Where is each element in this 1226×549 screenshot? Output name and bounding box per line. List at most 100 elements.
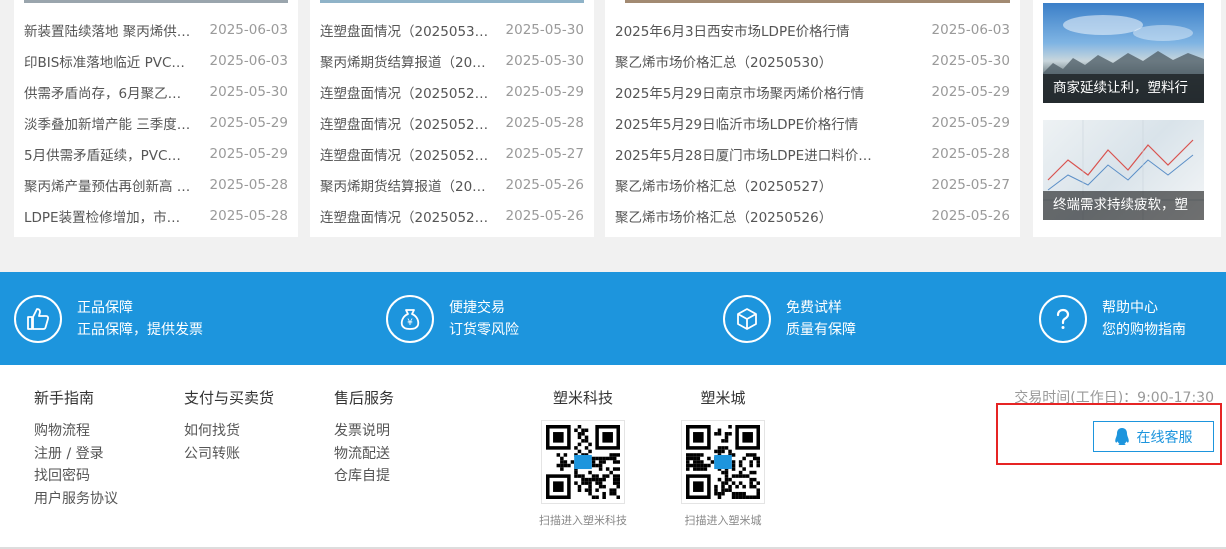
qr-block-sumi-city: 塑米城 扫描进入塑米城 — [668, 387, 778, 528]
news-title[interactable]: 供需矛盾尚存，6月聚乙… — [24, 82, 196, 102]
news-title[interactable]: 连塑盘面情况（2025053… — [320, 20, 492, 40]
news-title[interactable]: 2025年5月29日南京市场聚丙烯价格行情 — [615, 82, 918, 102]
news-title[interactable]: 印BIS标准落地临近 PVC… — [24, 51, 196, 71]
online-service-button[interactable]: 在线客服 — [1093, 421, 1214, 452]
footer-column-after-sales: 售后服务 发票说明 物流配送 仓库自提 — [334, 387, 394, 488]
news-item[interactable]: 聚乙烯市场价格汇总（20250527） 2025-05-27 — [605, 169, 1020, 200]
news-column-3: 2025年6月3日西安市场LDPE价格行情 2025-06-03 聚乙烯市场价格汇总… — [605, 0, 1020, 237]
footer-heading: 支付与买卖货 — [184, 389, 275, 407]
news-item[interactable]: 聚乙烯市场价格汇总（20250530） 2025-05-30 — [605, 45, 1020, 76]
qq-penguin-icon — [1114, 428, 1129, 445]
footer-heading: 新手指南 — [34, 389, 95, 407]
thumbs-up-icon — [14, 294, 62, 343]
footer-link-recover-password[interactable]: 找回密码 — [34, 465, 118, 488]
footer-link-user-agreement[interactable]: 用户服务协议 — [34, 488, 118, 511]
news-item[interactable]: 连塑盘面情况（2025052… 2025-05-26 — [310, 200, 594, 231]
news-date: 2025-05-26 — [931, 207, 1010, 224]
news-item[interactable]: 聚丙烯产量预估再创新高 … 2025-05-28 — [14, 169, 298, 200]
footer-link-logistics[interactable]: 物流配送 — [334, 443, 394, 466]
news-title[interactable]: LDPE装置检修增加，市… — [24, 206, 196, 226]
qr-heading: 塑米科技 — [552, 389, 613, 407]
news-item[interactable]: 聚丙烯期货结算报道（20… 2025-05-26 — [310, 169, 594, 200]
news-title[interactable]: 聚乙烯市场价格汇总（20250530） — [615, 51, 918, 71]
news-item[interactable]: 2025年5月28日厦门市场LDPE进口料价… 2025-05-28 — [605, 138, 1020, 169]
news-thumbnail-1[interactable]: 商家延续让利，塑料行 — [1043, 3, 1204, 103]
qr-heading: 塑米城 — [700, 389, 746, 407]
news-list: 新装置陆续落地 聚丙烯供… 2025-06-03 印BIS标准落地临近 PVC… 20… — [14, 14, 298, 231]
news-item[interactable]: 印BIS标准落地临近 PVC… 2025-06-03 — [14, 45, 298, 76]
news-item[interactable]: 连塑盘面情况（2025052… 2025-05-27 — [310, 138, 594, 169]
yuan-bag-icon: ¥ — [386, 294, 434, 343]
news-date: 2025-05-28 — [209, 176, 288, 193]
service-easy-trade[interactable]: ¥ 便捷交易 订货零风险 — [386, 272, 519, 365]
side-thumbnail-card: 商家延续让利，塑料行 终端需求持续疲软，塑 — [1033, 0, 1221, 237]
news-title[interactable]: 连塑盘面情况（2025052… — [320, 82, 492, 102]
news-item[interactable]: 2025年6月3日西安市场LDPE价格行情 2025-06-03 — [605, 14, 1020, 45]
qr-hint: 扫描进入塑米城 — [684, 514, 762, 527]
news-item[interactable]: 连塑盘面情况（2025053… 2025-05-30 — [310, 14, 594, 45]
news-item[interactable]: LDPE装置检修增加，市… 2025-05-28 — [14, 200, 298, 231]
footer-link-invoice[interactable]: 发票说明 — [334, 420, 394, 443]
service-subtitle: 订货零风险 — [449, 321, 519, 338]
news-title[interactable]: 2025年6月3日西安市场LDPE价格行情 — [615, 20, 918, 40]
news-date: 2025-05-29 — [931, 83, 1010, 100]
news-date: 2025-05-27 — [505, 145, 584, 162]
service-free-sample[interactable]: 免费试样 质量有保障 — [723, 272, 856, 365]
news-title[interactable]: 连塑盘面情况（2025052… — [320, 144, 492, 164]
news-item[interactable]: 2025年5月29日南京市场聚丙烯价格行情 2025-05-29 — [605, 76, 1020, 107]
question-icon — [1039, 294, 1087, 343]
service-help-center[interactable]: 帮助中心 您的购物指南 — [1039, 272, 1186, 365]
footer-link-find-goods[interactable]: 如何找货 — [184, 420, 274, 443]
news-title[interactable]: 聚乙烯市场价格汇总（20250527） — [615, 175, 918, 195]
news-item[interactable]: 连塑盘面情况（2025052… 2025-05-28 — [310, 107, 594, 138]
news-title[interactable]: 连塑盘面情况（2025052… — [320, 206, 492, 226]
news-date: 2025-05-29 — [209, 114, 288, 131]
footer-link-purchase-flow[interactable]: 购物流程 — [34, 420, 118, 443]
news-title[interactable]: 连塑盘面情况（2025052… — [320, 113, 492, 133]
news-title[interactable]: 5月供需矛盾延续，PVC… — [24, 144, 196, 164]
news-title[interactable]: 2025年5月29日临沂市场LDPE价格行情 — [615, 113, 918, 133]
service-title: 帮助中心 — [1102, 299, 1158, 316]
news-date: 2025-05-29 — [505, 83, 584, 100]
news-title[interactable]: 淡季叠加新增产能 三季度… — [24, 113, 196, 133]
thumbnail-caption: 商家延续让利，塑料行 — [1043, 74, 1204, 103]
news-item[interactable]: 聚乙烯市场价格汇总（20250526） 2025-05-26 — [605, 200, 1020, 231]
news-item[interactable]: 淡季叠加新增产能 三季度… 2025-05-29 — [14, 107, 298, 138]
news-column-1: 新装置陆续落地 聚丙烯供… 2025-06-03 印BIS标准落地临近 PVC… 20… — [14, 0, 298, 237]
service-title: 免费试样 — [786, 299, 842, 316]
service-subtitle: 质量有保障 — [786, 321, 856, 338]
news-title[interactable]: 聚丙烯期货结算报道（20… — [320, 51, 492, 71]
qr-code-image — [541, 420, 625, 504]
online-service-label: 在线客服 — [1136, 429, 1193, 446]
news-title[interactable]: 2025年5月28日厦门市场LDPE进口料价… — [615, 144, 918, 164]
news-item[interactable]: 聚丙烯期货结算报道（20… 2025-05-30 — [310, 45, 594, 76]
news-thumbnail-2[interactable]: 终端需求持续疲软，塑 — [1043, 120, 1204, 220]
news-title[interactable]: 聚丙烯期货结算报道（20… — [320, 175, 492, 195]
news-title[interactable]: 聚丙烯产量预估再创新高 … — [24, 175, 196, 195]
news-date: 2025-05-27 — [931, 176, 1010, 193]
news-date: 2025-05-26 — [505, 176, 584, 193]
news-date: 2025-05-29 — [931, 114, 1010, 131]
news-item[interactable]: 新装置陆续落地 聚丙烯供… 2025-06-03 — [14, 14, 298, 45]
qr-code-image — [681, 420, 765, 504]
news-item[interactable]: 2025年5月29日临沂市场LDPE价格行情 2025-05-29 — [605, 107, 1020, 138]
footer-link-register-login[interactable]: 注册 / 登录 — [34, 443, 118, 466]
service-guarantee-bar: 正品保障 正品保障，提供发票 ¥ 便捷交易 订货零风险 免费试样 质量有保障 帮… — [0, 272, 1226, 365]
news-title[interactable]: 新装置陆续落地 聚丙烯供… — [24, 20, 196, 40]
news-date: 2025-06-03 — [209, 52, 288, 69]
news-date: 2025-05-30 — [505, 21, 584, 38]
news-date: 2025-05-28 — [505, 114, 584, 131]
news-title[interactable]: 聚乙烯市场价格汇总（20250526） — [615, 206, 918, 226]
news-item[interactable]: 连塑盘面情况（2025052… 2025-05-29 — [310, 76, 594, 107]
news-item[interactable]: 5月供需矛盾延续，PVC… 2025-05-29 — [14, 138, 298, 169]
service-genuine[interactable]: 正品保障 正品保障，提供发票 — [14, 272, 203, 365]
news-date: 2025-06-03 — [931, 21, 1010, 38]
footer-link-company-transfer[interactable]: 公司转账 — [184, 443, 274, 466]
news-list: 连塑盘面情况（2025053… 2025-05-30 聚丙烯期货结算报道（20… 20… — [310, 14, 594, 231]
site-footer: 新手指南 购物流程 注册 / 登录 找回密码 用户服务协议 支付与买卖货 如何找… — [0, 365, 1226, 549]
footer-link-warehouse-pickup[interactable]: 仓库自提 — [334, 465, 394, 488]
service-title: 正品保障 — [77, 299, 133, 316]
news-item[interactable]: 供需矛盾尚存，6月聚乙… 2025-05-30 — [14, 76, 298, 107]
news-date: 2025-05-30 — [505, 52, 584, 69]
trading-hours: 交易时间(工作日)：9:00-17:30 — [1014, 390, 1214, 406]
